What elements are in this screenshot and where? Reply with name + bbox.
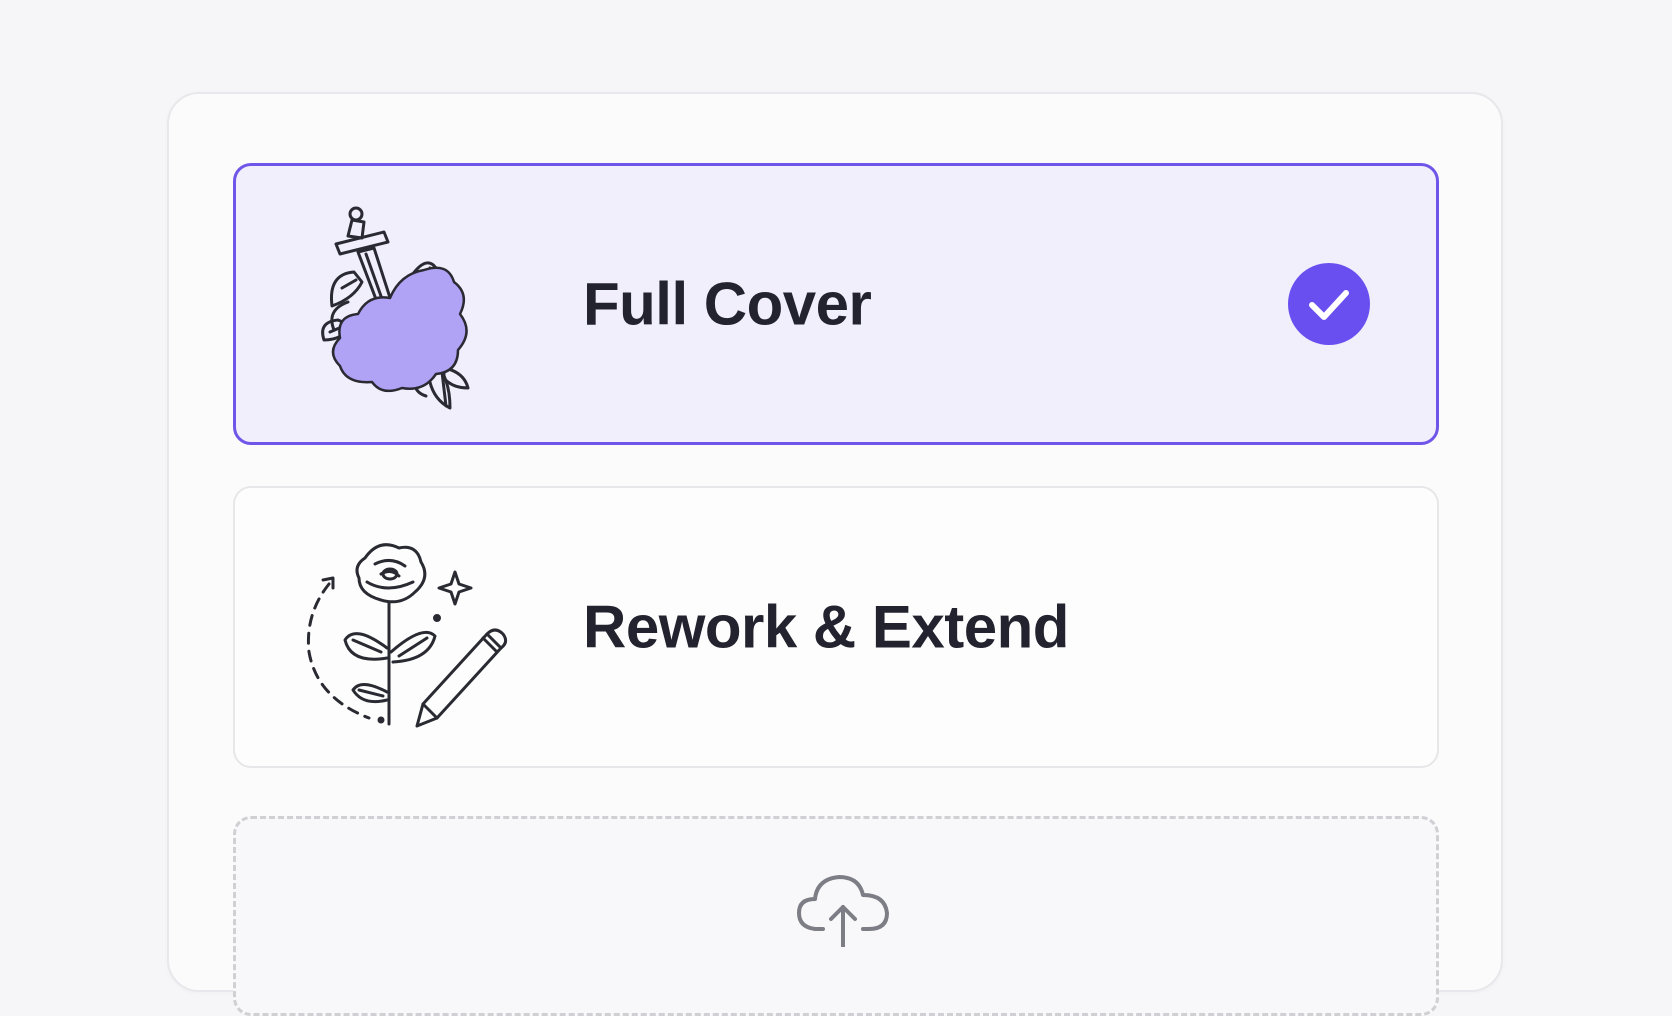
option-full-cover[interactable]: Full Cover <box>233 163 1439 445</box>
option-label: Rework & Extend <box>583 593 1069 661</box>
rose-pencil-rework-icon <box>306 543 508 728</box>
option-rework-extend[interactable]: Rework & Extend <box>233 486 1439 768</box>
cloud-upload-icon <box>797 875 889 947</box>
option-label: Full Cover <box>583 270 872 338</box>
checkmark-icon <box>1309 290 1349 320</box>
selected-check-badge <box>1288 263 1370 345</box>
dagger-rose-covered-icon <box>321 206 470 410</box>
upload-dropzone[interactable] <box>233 816 1439 1016</box>
